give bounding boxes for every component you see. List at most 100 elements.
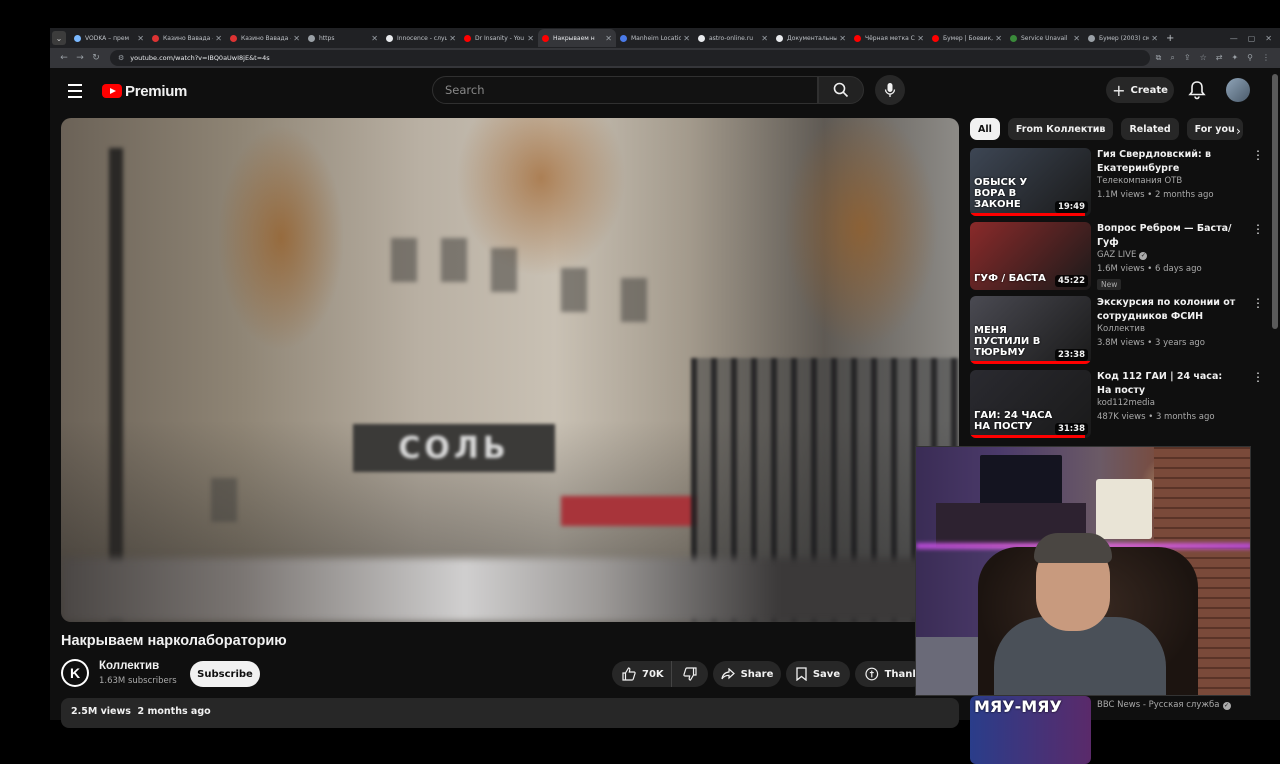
video-frame-detail (211, 478, 237, 522)
dislike-button[interactable] (672, 667, 708, 681)
browser-tab[interactable]: Innocence - слуш ✕ (382, 29, 460, 47)
tab-close-icon[interactable]: ✕ (1073, 34, 1080, 43)
back-icon[interactable]: ← (56, 53, 72, 63)
browser-tab[interactable]: Service Unavail ✕ (1006, 29, 1084, 47)
page-scrollbar[interactable] (1272, 74, 1278, 329)
recommendation-title[interactable]: Гия Свердловский: в Екатеринбурге задерж… (1097, 148, 1237, 176)
recommendation-title[interactable]: Экскурсия по колонии от сотрудников ФСИН (1097, 296, 1237, 324)
browser-tab[interactable]: Manheim Locatio ✕ (616, 29, 694, 47)
tab-close-icon[interactable]: ✕ (995, 34, 1002, 43)
profile-icon[interactable]: ⚲ (1247, 53, 1253, 63)
recommendation-item[interactable]: ГАИ: 24 ЧАСА НА ПОСТУ 31:38 Код 112 ГАИ | … (970, 370, 1264, 438)
share-page-icon[interactable]: ⇪ (1184, 53, 1191, 63)
chip-for-you[interactable]: For you (1186, 118, 1243, 140)
browser-tab[interactable]: astro-online.ru ✕ (694, 29, 772, 47)
browser-tab[interactable]: Казино Вавада – ✕ (148, 29, 226, 47)
watch-progress-bar (970, 213, 1085, 216)
browser-tab[interactable]: Бумер (2003) см ✕ (1084, 29, 1162, 47)
chip-related[interactable]: Related (1121, 118, 1179, 140)
recommendation-channel[interactable]: Телекомпания ОТВ (1097, 176, 1182, 186)
browser-menu-icon[interactable]: ⋮ (1262, 53, 1270, 63)
site-info-icon[interactable]: ⚙ (118, 54, 124, 62)
logo-text: Premium (125, 82, 188, 100)
recommendation-channel[interactable]: GAZ LIVE ✓ (1097, 250, 1148, 260)
recommendation-channel[interactable]: Коллектив (1097, 324, 1145, 334)
recommendation-item[interactable]: МЯУ-МЯУ BBC News - Русская служба ✓ (970, 696, 1262, 764)
video-thumbnail[interactable]: ГАИ: 24 ЧАСА НА ПОСТУ 31:38 (970, 370, 1091, 438)
chevron-right-icon[interactable]: › (1236, 124, 1241, 138)
browser-tab[interactable]: Чёрная метка С ✕ (850, 29, 928, 47)
extensions-icon[interactable]: ⇄ (1216, 53, 1223, 63)
recommendation-channel[interactable]: kod112media (1097, 398, 1155, 408)
tab-close-icon[interactable]: ✕ (839, 34, 846, 43)
channel-name[interactable]: Коллектив (99, 660, 159, 672)
search-input[interactable]: Search (432, 76, 818, 104)
channel-avatar[interactable]: K (61, 659, 89, 687)
recommendation-channel[interactable]: BBC News - Русская служба ✓ (1097, 700, 1231, 710)
close-window-button[interactable]: ✕ (1265, 34, 1272, 43)
new-tab-button[interactable]: + (1166, 33, 1174, 44)
recommendation-title[interactable]: Код 112 ГАИ | 24 часа: На посту (1097, 370, 1237, 398)
browser-tab[interactable]: https ✕ (304, 29, 382, 47)
browser-tab[interactable]: Документальны ✕ (772, 29, 850, 47)
create-button[interactable]: + Create (1106, 77, 1174, 103)
search-button[interactable] (818, 76, 864, 104)
extension-puzzle-icon[interactable]: ✦ (1231, 53, 1238, 63)
open-in-app-icon[interactable]: ⧉ (1156, 53, 1162, 63)
recommendation-item[interactable]: ГУФ / БАСТА 45:22 Вопрос Ребром — Баста/Гу… (970, 222, 1264, 290)
url-field[interactable]: ⚙ youtube.com/watch?v=IBQ0aUwI8jE&t=4s (110, 50, 1150, 66)
recommendation-channel-name: Телекомпания ОТВ (1097, 176, 1183, 186)
more-actions-icon[interactable]: ⋮ (1252, 223, 1264, 235)
tab-close-icon[interactable]: ✕ (527, 34, 534, 43)
tab-close-icon[interactable]: ✕ (215, 34, 222, 43)
tab-close-icon[interactable]: ✕ (1151, 34, 1158, 43)
like-button[interactable]: 70K (612, 661, 672, 687)
forward-icon[interactable]: → (72, 53, 88, 63)
browser-tab[interactable]: Бумер | Боевик, ✕ (928, 29, 1006, 47)
voice-search-button[interactable] (875, 75, 905, 105)
video-player[interactable]: СОЛЬ (61, 118, 959, 622)
tab-label: Документальны (787, 34, 838, 42)
tab-close-icon[interactable]: ✕ (137, 34, 144, 43)
browser-tab[interactable]: Накрываем н ✕ (538, 29, 616, 47)
chip-all[interactable]: All (970, 118, 1000, 140)
account-avatar[interactable] (1226, 78, 1250, 102)
guide-menu-icon[interactable] (68, 84, 94, 98)
tab-close-icon[interactable]: ✕ (449, 34, 456, 43)
tab-close-icon[interactable]: ✕ (917, 34, 924, 43)
video-duration: 45:22 (1054, 275, 1088, 287)
browser-tab[interactable]: VODKA – прем ✕ (70, 29, 148, 47)
recommendation-item[interactable]: ОБЫСК У ВОРА В ЗАКОНЕ 19:49 Гия Свердловск… (970, 148, 1264, 216)
tab-close-icon[interactable]: ✕ (371, 34, 378, 43)
zoom-icon[interactable]: ⌕ (1170, 53, 1174, 63)
save-button[interactable]: Save (786, 661, 850, 687)
description-box[interactable]: 2.5M views 2 months ago (61, 698, 959, 728)
tab-close-icon[interactable]: ✕ (761, 34, 768, 43)
recommendation-meta: 487K views • 3 months ago (1097, 412, 1215, 422)
video-thumbnail[interactable]: ГУФ / БАСТА 45:22 (970, 222, 1091, 290)
browser-tab[interactable]: Казино Вавада – ✕ (226, 29, 304, 47)
video-duration: 23:38 (1054, 349, 1088, 361)
video-thumbnail[interactable]: ОБЫСК У ВОРА В ЗАКОНЕ 19:49 (970, 148, 1091, 216)
notifications-button[interactable] (1188, 80, 1206, 104)
minimize-button[interactable]: — (1230, 34, 1238, 43)
recommendation-title[interactable]: Вопрос Ребром — Баста/Гуф (1097, 222, 1237, 250)
bookmark-star-icon[interactable]: ☆ (1200, 53, 1207, 63)
tab-close-icon[interactable]: ✕ (605, 34, 612, 43)
chip-from-channel[interactable]: From Коллектив (1007, 118, 1114, 140)
tab-close-icon[interactable]: ✕ (683, 34, 690, 43)
more-actions-icon[interactable]: ⋮ (1252, 297, 1264, 309)
browser-tab[interactable]: Dr Insanity - You ✕ (460, 29, 538, 47)
more-actions-icon[interactable]: ⋮ (1252, 371, 1264, 383)
more-actions-icon[interactable]: ⋮ (1252, 149, 1264, 161)
subscribe-button[interactable]: Subscribe (190, 661, 260, 687)
share-button[interactable]: Share (713, 661, 781, 687)
tab-search-button[interactable]: ⌄ (52, 31, 66, 45)
video-thumbnail[interactable]: МЕНЯ ПУСТИЛИ В ТЮРЬМУ 23:38 (970, 296, 1091, 364)
youtube-premium-logo[interactable]: Premium (102, 83, 187, 100)
tab-close-icon[interactable]: ✕ (293, 34, 300, 43)
recommendation-item[interactable]: МЕНЯ ПУСТИЛИ В ТЮРЬМУ 23:38 Экскурсия по к… (970, 296, 1264, 364)
reload-icon[interactable]: ↻ (88, 53, 104, 63)
maximize-button[interactable]: ▢ (1248, 34, 1256, 43)
video-thumbnail[interactable]: МЯУ-МЯУ (970, 696, 1091, 764)
